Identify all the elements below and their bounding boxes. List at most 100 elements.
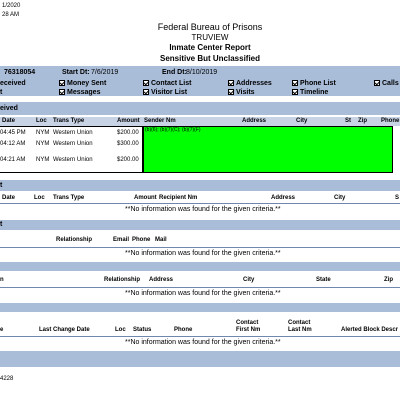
contact-col-email: Email — [113, 237, 130, 243]
calls-option[interactable]: Calls — [374, 80, 399, 87]
col-city: City — [296, 118, 308, 124]
col-trans-type: Trans Type — [53, 118, 85, 124]
contact-list-band — [0, 220, 400, 230]
phone-col-alerted-block: Alerted Block Descr — [341, 327, 399, 333]
col-sender-nm: Sender Nm — [144, 118, 176, 124]
phone-col-contact-first-line1: Contact — [236, 320, 259, 326]
checkbox-checked-icon[interactable] — [59, 89, 65, 95]
start-date-value: 7/6/2019 — [91, 69, 119, 76]
phone-list-band — [0, 303, 400, 312]
checkbox-checked-icon[interactable] — [143, 89, 149, 95]
col-date: Date — [2, 118, 16, 124]
phone-col-loc: Loc — [115, 327, 126, 333]
divider — [0, 203, 400, 204]
phone-col-status: Status — [133, 327, 152, 333]
report-title: Inmate Center Report — [169, 43, 251, 52]
row-2-loc: NYM — [36, 141, 50, 147]
phone-col-e: e — [0, 327, 4, 333]
timeline-option[interactable]: Timeline — [292, 89, 328, 96]
messages-option[interactable]: Messages — [59, 89, 100, 96]
page-identifier: 4228 — [0, 376, 14, 382]
phone-col-contact-first-line2: First Nm — [236, 327, 261, 333]
phone-col-contact-last-line2: Last Nm — [288, 327, 312, 333]
agency-name: Federal Bureau of Prisons — [157, 22, 263, 32]
checkbox-checked-icon[interactable] — [374, 80, 380, 86]
divider — [0, 247, 400, 248]
sent-col-s: S — [395, 195, 400, 201]
print-time: 28 AM — [2, 12, 20, 18]
t-option-label: t — [0, 89, 3, 96]
contact-list-option[interactable]: Contact List — [143, 80, 191, 87]
addr-col-relationship: Relationship — [104, 277, 141, 283]
visitor-list-option[interactable]: Visitor List — [143, 89, 187, 96]
phone-list-option[interactable]: Phone List — [292, 80, 336, 87]
redaction-label: (b)(6); (b)(7)(C); (b)(7)(F) — [145, 127, 201, 133]
addresses-option[interactable]: Addresses — [228, 80, 272, 87]
col-loc: Loc — [36, 118, 47, 124]
money-received-title: eived — [0, 105, 18, 112]
sent-col-loc: Loc — [34, 195, 45, 201]
contact-col-relationship: Relationship — [56, 237, 93, 243]
col-address: Address — [242, 118, 267, 124]
contact-list-no-data: **No information was found for the given… — [125, 250, 281, 257]
checkbox-checked-icon[interactable] — [59, 80, 65, 86]
checkbox-checked-icon[interactable] — [292, 80, 298, 86]
sent-col-date: Date — [2, 195, 16, 201]
addr-col-zip: Zip — [384, 277, 393, 283]
sent-col-city: City — [334, 195, 346, 201]
phone-col-contact-last-line1: Contact — [288, 320, 311, 326]
addresses-band — [0, 262, 400, 271]
print-date: 1/2020 — [2, 3, 21, 9]
received-option-label: eceived — [0, 80, 26, 87]
addr-col-city: City — [243, 277, 255, 283]
phone-col-phone: Phone — [174, 327, 193, 333]
row-3-loc: NYM — [36, 157, 50, 163]
contact-list-title: t — [0, 221, 3, 228]
row-3-trans-type: Western Union — [53, 157, 93, 163]
row-1-trans-type: Western Union — [53, 130, 93, 136]
money-sent-title: t — [0, 182, 3, 189]
row-1-loc: NYM — [36, 130, 50, 136]
checkbox-checked-icon[interactable] — [292, 89, 298, 95]
col-st: St — [345, 118, 351, 124]
phone-list-no-data: **No information was found for the given… — [125, 339, 281, 346]
row-2-date: 04:12 AM — [0, 141, 26, 147]
money-sent-band — [0, 180, 400, 191]
col-phone: Phone — [381, 118, 400, 124]
checkbox-checked-icon[interactable] — [228, 89, 234, 95]
visits-option[interactable]: Visits — [228, 89, 255, 96]
row-3-amount: $200.00 — [117, 157, 139, 163]
money-sent-no-data: **No information was found for the given… — [125, 206, 281, 213]
money-sent-option[interactable]: Money Sent — [59, 80, 106, 87]
bottom-band — [0, 351, 400, 367]
col-zip: Zip — [358, 118, 367, 124]
contact-col-mail: Mail — [155, 237, 167, 243]
col-amount: Amount — [117, 118, 140, 124]
addr-col-state: State — [316, 277, 331, 283]
addr-col-n: n — [0, 277, 4, 283]
system-name: TRUVIEW — [191, 33, 229, 42]
row-3-date: 04:21 AM — [0, 157, 26, 163]
addresses-no-data: **No information was found for the given… — [125, 290, 281, 297]
row-1-date: 04:45 PM — [0, 130, 26, 136]
sent-col-trans-type: Trans Type — [53, 195, 85, 201]
start-date-label: Start Dt: — [62, 69, 90, 76]
phone-col-last-change-date: Last Change Date — [39, 327, 90, 333]
row-2-amount: $300.00 — [117, 141, 139, 147]
register-number: 76318054 — [4, 69, 36, 76]
addr-col-address: Address — [149, 277, 174, 283]
row-2-trans-type: Western Union — [53, 141, 93, 147]
sent-col-amount: Amount — [134, 195, 157, 201]
divider — [0, 287, 400, 288]
sent-col-recipient-nm: Recipient Nm — [159, 195, 198, 201]
contact-col-phone: Phone — [132, 237, 151, 243]
end-date-value: 8/10/2019 — [186, 69, 218, 76]
divider — [0, 336, 400, 337]
checkbox-checked-icon[interactable] — [228, 80, 234, 86]
classification-label: Sensitive But Unclassified — [159, 54, 261, 63]
checkbox-checked-icon[interactable] — [143, 80, 149, 86]
row-1-amount: $200.00 — [117, 130, 139, 136]
money-received-band — [0, 102, 400, 115]
sent-col-address: Address — [271, 195, 296, 201]
redaction-box — [143, 126, 393, 173]
